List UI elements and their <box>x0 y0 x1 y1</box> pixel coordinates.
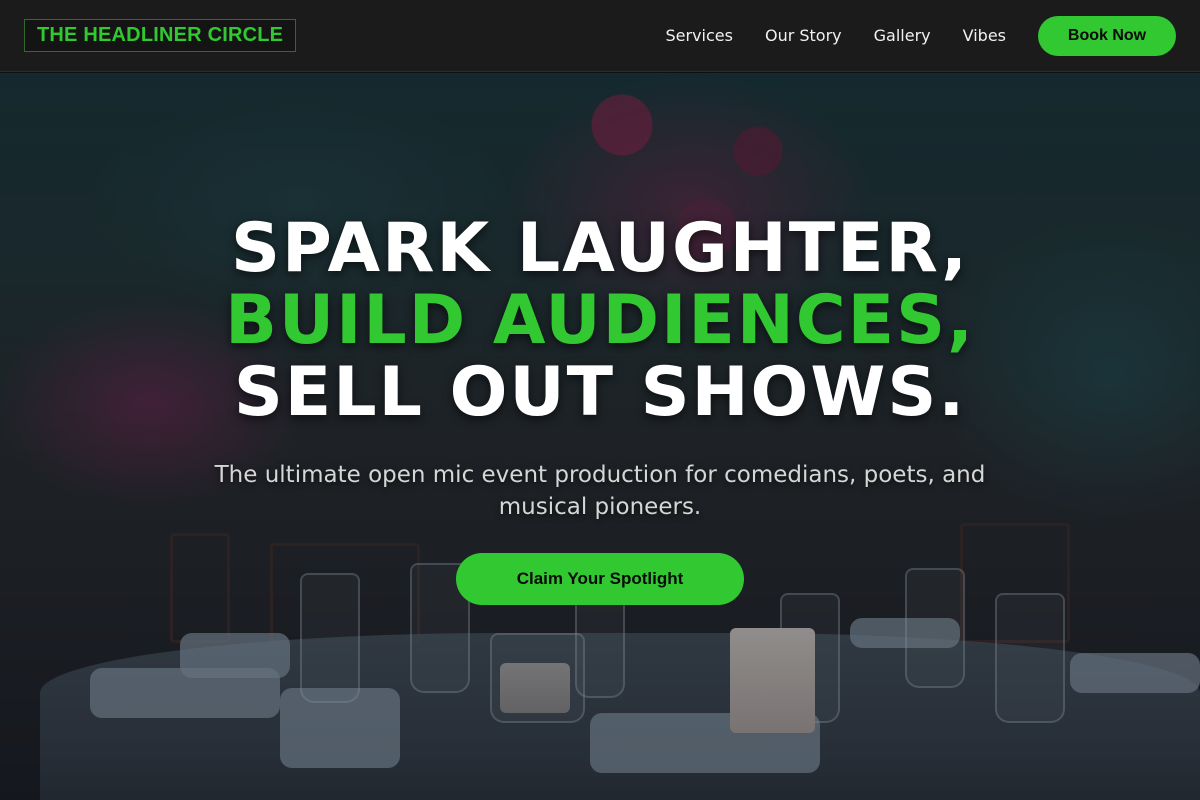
hero-section: SPARK LAUGHTER, BUILD AUDIENCES, SELL OU… <box>0 73 1200 800</box>
nav-link-services[interactable]: Services <box>666 26 733 45</box>
headline-line-3: SELL OUT SHOWS. <box>233 353 967 432</box>
hero-content: SPARK LAUGHTER, BUILD AUDIENCES, SELL OU… <box>0 213 1200 605</box>
nav-link-gallery[interactable]: Gallery <box>874 26 931 45</box>
claim-spotlight-button[interactable]: Claim Your Spotlight <box>456 553 744 605</box>
hero-subtitle: The ultimate open mic event production f… <box>214 462 986 520</box>
book-now-button[interactable]: Book Now <box>1038 15 1176 56</box>
headline-line-2: BUILD AUDIENCES, <box>225 281 975 360</box>
main-nav: Services Our Story Gallery Vibes Book No… <box>666 15 1176 56</box>
headline-line-1: SPARK LAUGHTER, <box>230 209 970 288</box>
hero-headline: SPARK LAUGHTER, BUILD AUDIENCES, SELL OU… <box>0 213 1200 429</box>
nav-link-vibes[interactable]: Vibes <box>963 26 1006 45</box>
site-logo[interactable]: THE HEADLINER CIRCLE <box>24 19 297 52</box>
nav-link-our-story[interactable]: Our Story <box>765 26 842 45</box>
top-navbar: THE HEADLINER CIRCLE Services Our Story … <box>0 0 1200 72</box>
